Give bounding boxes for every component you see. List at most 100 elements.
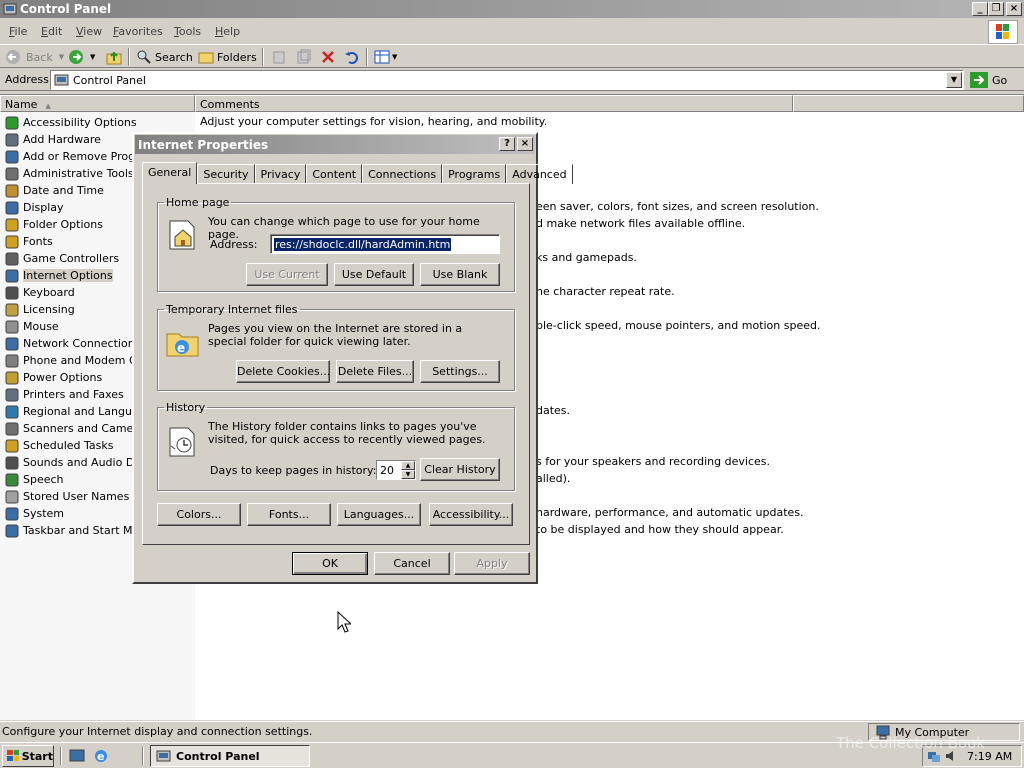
copy-to-button[interactable] <box>296 49 312 65</box>
list-item[interactable]: Scanners and Cameras <box>4 420 150 437</box>
views-icon <box>374 50 390 64</box>
taskbar-control-panel[interactable]: Control Panel <box>150 745 310 767</box>
search-button[interactable]: Search <box>136 49 193 65</box>
use-blank-button[interactable]: Use Blank <box>420 263 500 286</box>
home-page-address-input[interactable]: res://shdoclc.dll/hardAdmin.htm <box>270 234 500 254</box>
list-item[interactable]: Administrative Tools <box>4 165 134 182</box>
move-to-button[interactable] <box>272 49 288 65</box>
menu-help[interactable]: Help <box>215 25 240 38</box>
days-spinner[interactable]: 20 ▲ ▼ <box>376 460 416 480</box>
list-item[interactable]: Folder Options <box>4 216 103 233</box>
list-item[interactable]: Printers and Faxes <box>4 386 124 403</box>
colors-button[interactable]: Colors... <box>157 503 241 526</box>
views-button[interactable]: ▼ <box>374 49 397 65</box>
list-item[interactable]: Keyboard <box>4 284 75 301</box>
tab-advanced[interactable]: Advanced <box>506 164 573 184</box>
item-icon <box>5 490 19 503</box>
dialog-titlebar[interactable]: Internet Properties ? × <box>135 135 535 154</box>
menu-file[interactable]: File <box>9 25 27 38</box>
internet-explorer-icon[interactable]: e <box>93 748 109 764</box>
menu-edit[interactable]: Edit <box>41 25 62 38</box>
tab-security[interactable]: Security <box>197 164 255 184</box>
list-item[interactable]: System <box>4 505 64 522</box>
settings-button[interactable]: Settings... <box>420 360 500 383</box>
internet-properties-dialog: Internet Properties ? × General Security… <box>132 132 573 584</box>
list-item[interactable]: Network Connections <box>4 335 140 352</box>
tab-general[interactable]: General <box>142 162 198 184</box>
cancel-button[interactable]: Cancel <box>374 552 450 575</box>
forward-button[interactable]: ▼ <box>68 49 95 65</box>
item-icon <box>5 201 19 214</box>
address-dropdown-button[interactable]: ▼ <box>946 72 962 88</box>
list-item[interactable]: Mouse <box>4 318 59 335</box>
window-titlebar[interactable]: Control Panel _ ❐ × <box>0 0 1024 18</box>
up-folder-button[interactable] <box>106 49 122 65</box>
tab-privacy[interactable]: Privacy <box>254 164 307 184</box>
menu-tools[interactable]: Tools <box>174 25 201 38</box>
minimize-button[interactable]: _ <box>972 2 988 16</box>
undo-icon <box>345 52 358 64</box>
column-header-comments[interactable]: Comments <box>195 95 793 112</box>
show-desktop-icon[interactable] <box>69 748 85 764</box>
list-item[interactable]: Licensing <box>4 301 75 318</box>
list-item[interactable]: Add Hardware <box>4 131 101 148</box>
comment-game-controllers: ks and gamepads. <box>536 251 637 264</box>
search-icon <box>137 50 151 64</box>
list-item-label: System <box>23 507 65 520</box>
menu-favorites[interactable]: Favorites <box>113 25 163 38</box>
menu-view[interactable]: View <box>76 25 102 38</box>
undo-button[interactable] <box>344 49 360 65</box>
item-icon <box>5 439 19 452</box>
close-button[interactable]: × <box>1006 2 1022 16</box>
tab-content[interactable]: Content <box>306 164 363 184</box>
help-button[interactable]: ? <box>499 137 515 151</box>
comment-sounds: s for your speakers and recording device… <box>536 455 770 468</box>
ok-button[interactable]: OK <box>292 552 368 575</box>
folders-button[interactable]: Folders <box>198 49 257 65</box>
back-button[interactable]: Back ▼ <box>5 49 64 65</box>
list-item[interactable]: Display <box>4 199 64 216</box>
accessibility-button[interactable]: Accessibility... <box>429 503 513 526</box>
comment-regional: dates. <box>536 404 571 417</box>
item-icon <box>5 269 19 282</box>
delete-button[interactable] <box>320 49 336 65</box>
list-item-label: Mouse <box>23 320 59 333</box>
spin-up-button[interactable]: ▲ <box>401 461 415 470</box>
dialog-close-button[interactable]: × <box>517 137 533 151</box>
spin-down-button[interactable]: ▼ <box>401 470 415 479</box>
home-page-icon <box>169 220 195 250</box>
column-header-name[interactable]: Name ▲ <box>0 95 195 112</box>
list-item[interactable]: Internet Options <box>4 267 113 284</box>
tab-programs[interactable]: Programs <box>442 164 507 184</box>
tab-connections[interactable]: Connections <box>362 164 443 184</box>
list-item-label: Sounds and Audio Dev <box>23 456 148 469</box>
apply-button[interactable]: Apply <box>454 552 530 575</box>
temp-files-group: Temporary Internet files e Pages you vie… <box>157 303 515 391</box>
list-item[interactable]: Sounds and Audio Dev <box>4 454 148 471</box>
delete-cookies-button[interactable]: Delete Cookies... <box>236 360 330 383</box>
languages-button[interactable]: Languages... <box>337 503 421 526</box>
address-field[interactable]: Control Panel ▼ <box>50 70 964 90</box>
list-item[interactable]: Accessibility Options <box>4 114 137 131</box>
delete-files-button[interactable]: Delete Files... <box>336 360 414 383</box>
start-button[interactable]: Start <box>2 745 54 767</box>
list-item[interactable]: Fonts <box>4 233 53 250</box>
restore-button[interactable]: ❐ <box>988 2 1004 16</box>
list-item[interactable]: Add or Remove Progra <box>4 148 146 165</box>
svg-text:e: e <box>177 341 185 355</box>
list-item[interactable]: Taskbar and Start Men <box>4 522 146 539</box>
item-icon <box>5 133 19 146</box>
list-item[interactable]: Date and Time <box>4 182 104 199</box>
use-current-button[interactable]: Use Current <box>246 263 328 286</box>
list-item[interactable]: Game Controllers <box>4 250 119 267</box>
go-button[interactable]: Go <box>970 71 1007 89</box>
clear-history-button[interactable]: Clear History <box>420 458 500 481</box>
list-item[interactable]: Scheduled Tasks <box>4 437 114 454</box>
list-item[interactable]: Power Options <box>4 369 102 386</box>
use-default-button[interactable]: Use Default <box>334 263 414 286</box>
list-item[interactable]: Regional and Language <box>4 403 152 420</box>
item-icon <box>5 303 19 316</box>
list-item[interactable]: Speech <box>4 471 64 488</box>
fonts-button[interactable]: Fonts... <box>247 503 331 526</box>
list-item[interactable]: Phone and Modem Opt <box>4 352 149 369</box>
